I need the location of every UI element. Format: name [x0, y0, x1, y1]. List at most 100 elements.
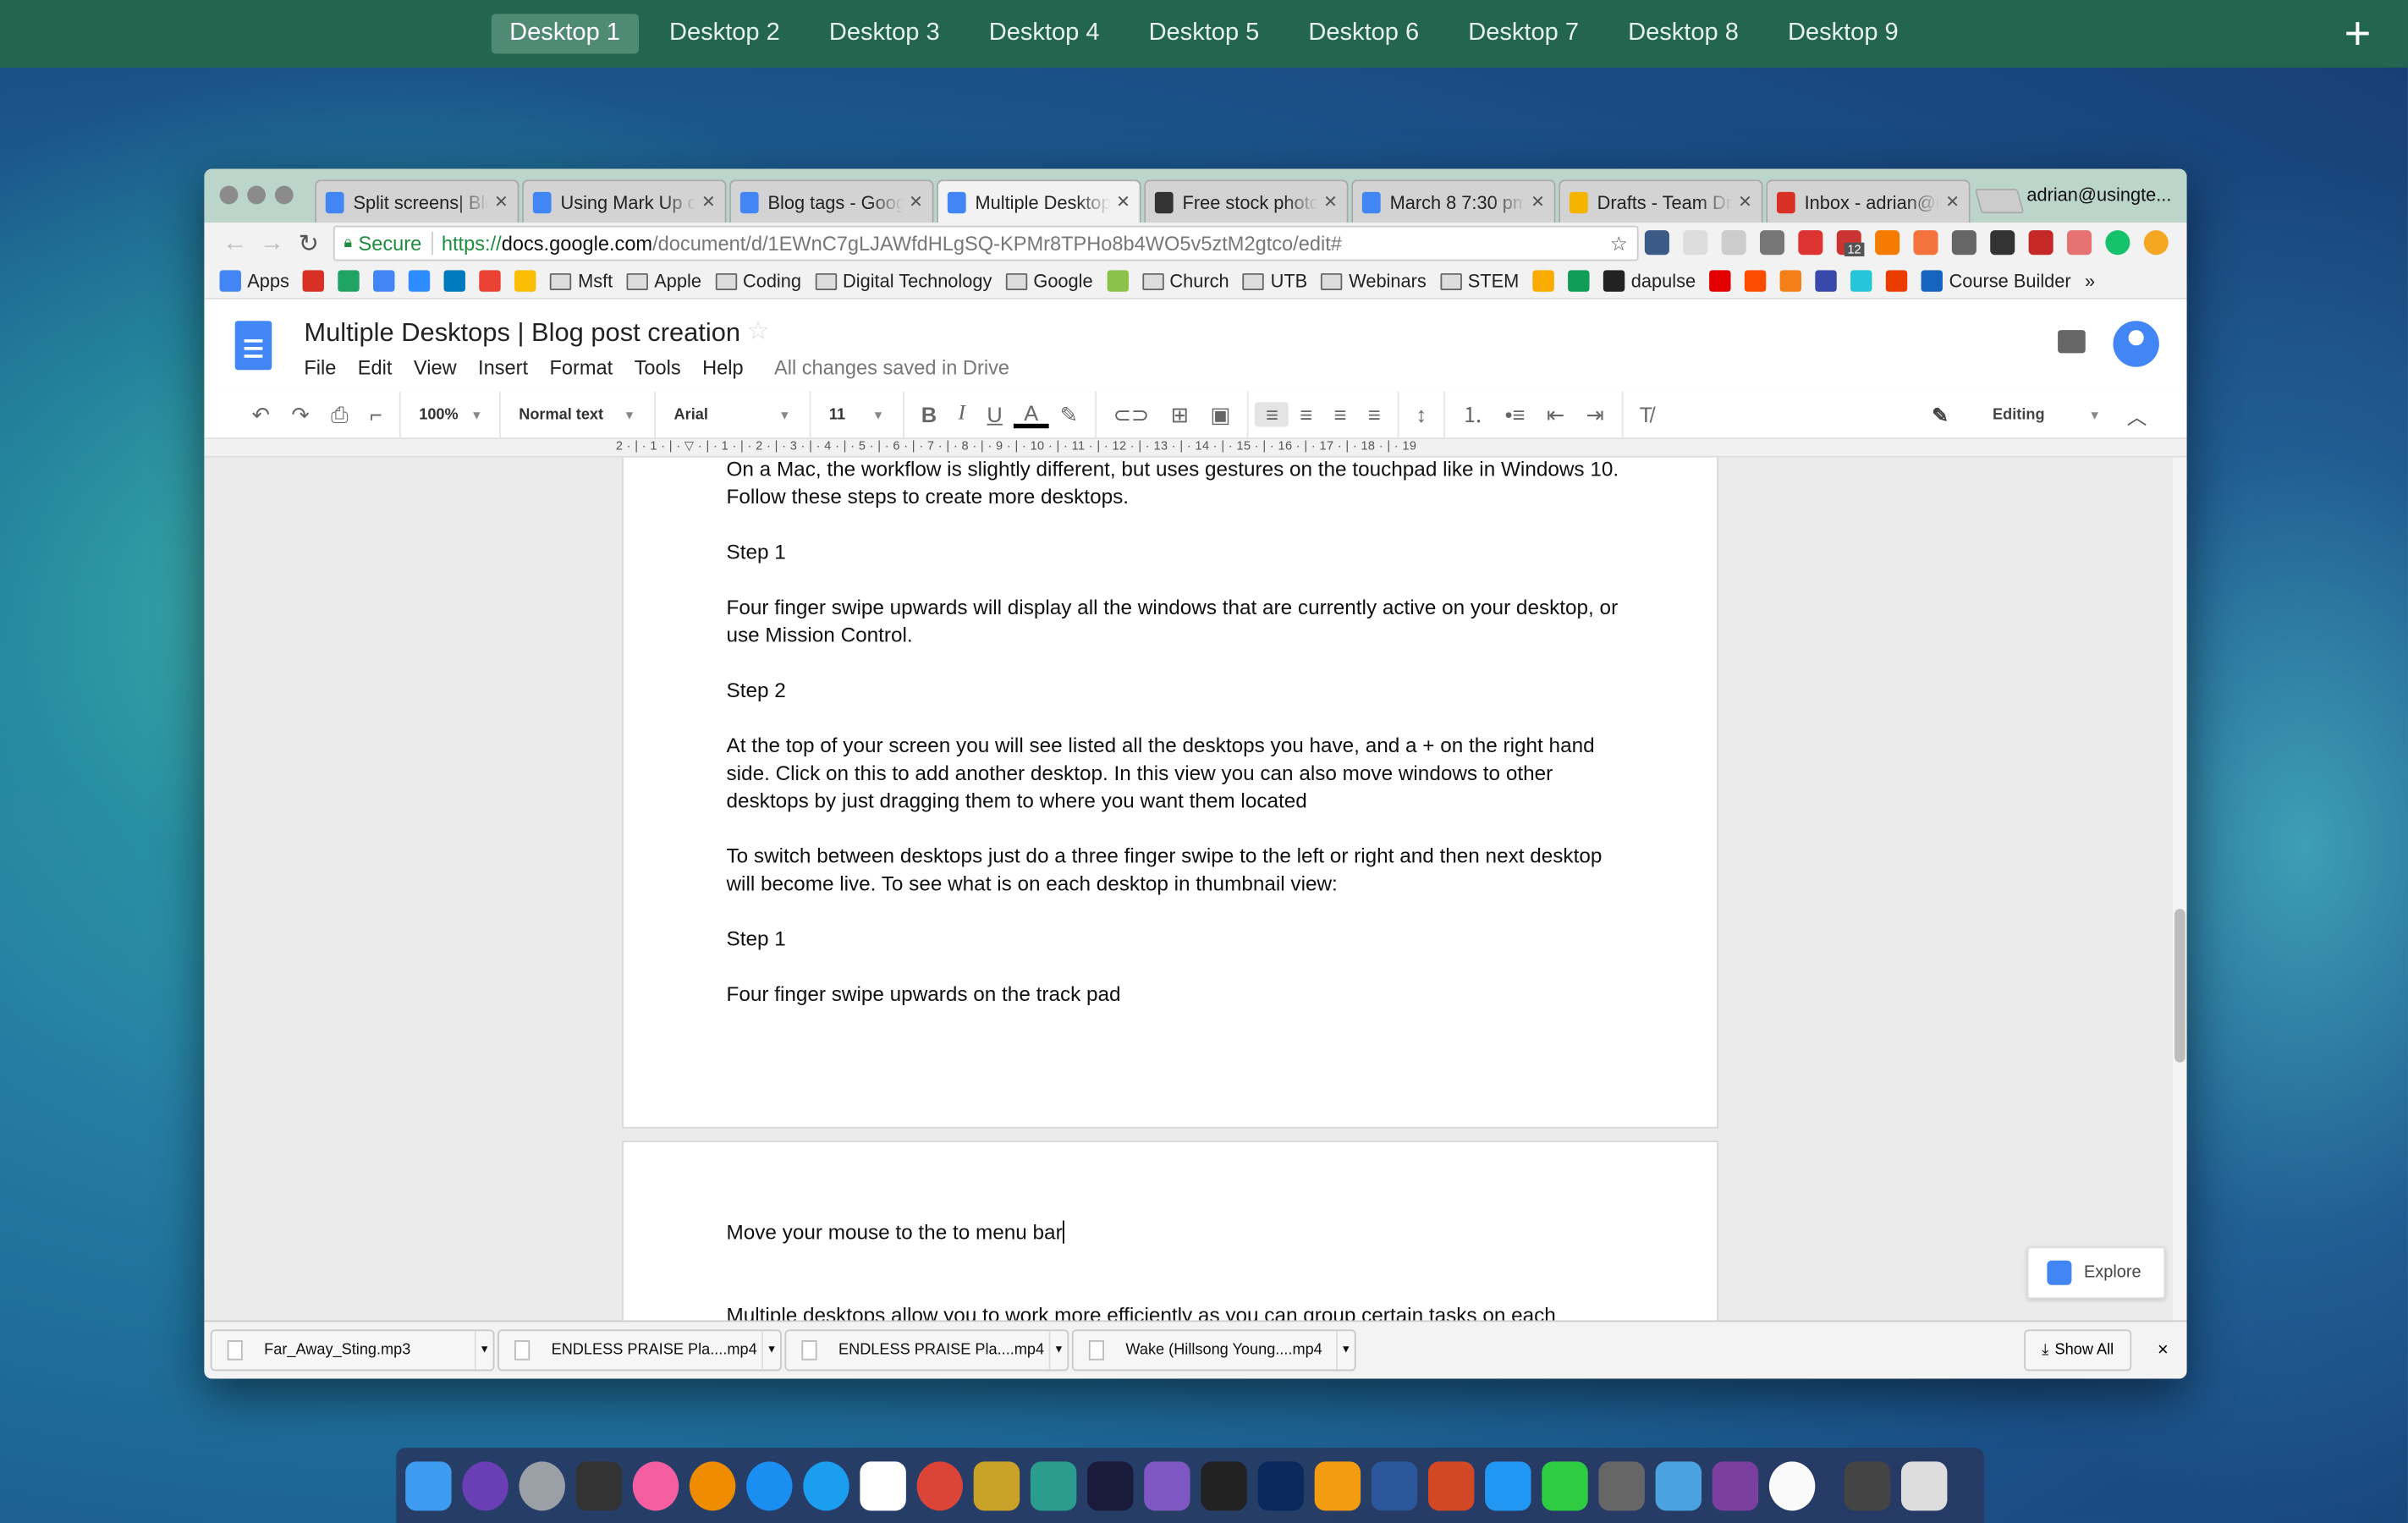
bookmark-google[interactable]: Google	[1005, 270, 1093, 292]
bookmark-bookmark-y[interactable]	[1779, 270, 1802, 292]
extension-icon[interactable]	[1759, 230, 1785, 256]
download-menu-arrow[interactable]: ▼	[1048, 1331, 1068, 1370]
dock-app-launchpad[interactable]	[519, 1460, 565, 1510]
browser-tab[interactable]: Free stock photos ✕	[1144, 179, 1349, 223]
close-window-button[interactable]	[219, 185, 239, 205]
close-tab-icon[interactable]: ✕	[1531, 192, 1545, 212]
editing-mode-select[interactable]: ✎ Editing ▼	[1932, 392, 2101, 439]
bold-button[interactable]: B	[910, 402, 948, 426]
more-bookmarks-button[interactable]: »	[2085, 270, 2095, 291]
document-canvas[interactable]: On a Mac, the workflow is slightly diffe…	[204, 457, 2174, 1321]
extension-icon[interactable]	[1913, 230, 1938, 256]
dock-app-siri[interactable]	[462, 1460, 509, 1510]
bookmark-apps[interactable]: Apps	[219, 270, 289, 292]
extension-icon[interactable]	[1798, 230, 1823, 256]
undo-icon[interactable]: ↶	[241, 401, 281, 427]
line-spacing-icon[interactable]: ↕	[1405, 402, 1438, 426]
font-select[interactable]: Arial ▼	[662, 406, 803, 423]
dock-app-ibooks[interactable]	[689, 1460, 736, 1510]
bookmark-office[interactable]	[1886, 270, 1908, 292]
print-icon[interactable]: ⎙	[320, 401, 359, 427]
save-status[interactable]: All changes saved in Drive	[774, 356, 1009, 379]
back-icon[interactable]: ←	[217, 229, 254, 257]
page-2[interactable]: Move your mouse to the to menu bar Multi…	[622, 1141, 1718, 1321]
bookmark-msft[interactable]: Msft	[550, 270, 613, 292]
dock-app-imovie[interactable]	[1844, 1460, 1891, 1510]
download-item[interactable]: Wake (Hillsong Young....mp4 ▼	[1071, 1329, 1356, 1372]
bookmark-church[interactable]: Church	[1141, 270, 1229, 292]
desktop-tab-4[interactable]: Desktop 4	[970, 14, 1118, 53]
close-tab-icon[interactable]: ✕	[909, 192, 923, 212]
extension-icon[interactable]	[1990, 230, 2015, 256]
close-tab-icon[interactable]: ✕	[701, 192, 716, 212]
browser-tab[interactable]: Multiple Desktops ✕	[937, 179, 1141, 223]
dock-app-app-store[interactable]	[746, 1460, 793, 1510]
dock-app-safari[interactable]	[803, 1460, 849, 1510]
redo-icon[interactable]: ↷	[281, 401, 321, 427]
desktop-tab-3[interactable]: Desktop 3	[811, 14, 958, 53]
dock-app-cocktail[interactable]	[973, 1460, 1020, 1510]
bookmark-utb[interactable]: UTB	[1242, 270, 1307, 292]
dock-app-slack[interactable]	[1030, 1460, 1077, 1510]
close-tab-icon[interactable]: ✕	[494, 192, 509, 212]
download-menu-arrow[interactable]: ▼	[474, 1331, 493, 1370]
account-avatar[interactable]	[2113, 321, 2159, 367]
bookmark-strava[interactable]	[1745, 270, 1767, 292]
profile-button[interactable]: adrian@usingte...	[2026, 184, 2171, 206]
forward-icon[interactable]: →	[253, 229, 290, 257]
link-icon[interactable]: ⊂⊃	[1102, 401, 1160, 427]
desktop-tab-6[interactable]: Desktop 6	[1290, 14, 1438, 53]
minimize-window-button[interactable]	[247, 185, 266, 205]
bookmark-hangouts[interactable]	[1568, 270, 1590, 292]
download-item[interactable]: Far_Away_Sting.mp3 ▼	[210, 1329, 495, 1372]
star-document-icon[interactable]: ☆	[746, 316, 770, 347]
close-tab-icon[interactable]: ✕	[1323, 192, 1338, 212]
dock-app-keynote[interactable]	[1655, 1460, 1702, 1510]
extension-icon[interactable]	[2028, 230, 2053, 256]
zoom-select[interactable]: 100% ▼	[407, 406, 493, 423]
page-1[interactable]: On a Mac, the workflow is slightly diffe…	[622, 457, 1718, 1129]
ruler[interactable]: 2 · | · 1 · | · ▽ · | · 1 · | · 2 · | · …	[204, 438, 2187, 458]
bookmark-gmail[interactable]	[303, 270, 325, 292]
bookmark-drive[interactable]	[338, 270, 360, 292]
bookmark-dapulse[interactable]: dapulse	[1603, 270, 1696, 292]
bookmark-trello[interactable]	[444, 270, 466, 292]
reload-icon[interactable]: ↻	[290, 228, 327, 258]
dock-app-mission-control[interactable]	[575, 1460, 623, 1510]
bookmark-keep[interactable]	[514, 270, 537, 292]
scrollbar[interactable]	[2173, 457, 2187, 1321]
text-color-button[interactable]: A	[1013, 401, 1049, 428]
explore-button[interactable]: Explore	[2026, 1246, 2166, 1300]
dock-app-system-preferences[interactable]	[1598, 1460, 1645, 1510]
highlight-icon[interactable]: ✎	[1049, 401, 1089, 427]
close-tab-icon[interactable]: ✕	[1738, 192, 1752, 212]
new-tab-button[interactable]	[1974, 189, 2025, 214]
extension-icon[interactable]	[2143, 230, 2169, 256]
clear-formatting-icon[interactable]: T̸	[1629, 402, 1663, 426]
close-downloads-bar-button[interactable]: ×	[2158, 1339, 2169, 1360]
desktop-tab-1[interactable]: Desktop 1	[491, 14, 639, 54]
browser-tab[interactable]: Inbox - adrian@u ✕	[1766, 179, 1971, 223]
dock-app-photoshop[interactable]	[1257, 1460, 1304, 1510]
extension-icon[interactable]	[1875, 230, 1900, 256]
underline-button[interactable]: U	[976, 402, 1014, 426]
align-right-icon[interactable]: ≡	[1323, 402, 1357, 426]
desktop-tab-9[interactable]: Desktop 9	[1769, 14, 1916, 53]
bookmark-zoom[interactable]	[409, 270, 431, 292]
increase-indent-icon[interactable]: ⇥	[1575, 401, 1615, 427]
extension-icon[interactable]	[2066, 230, 2092, 256]
desktop-tab-8[interactable]: Desktop 8	[1609, 14, 1757, 53]
bookmark-star-icon[interactable]: ☆	[1610, 231, 1628, 256]
add-comment-icon[interactable]: ⊞	[1160, 401, 1200, 427]
numbered-list-icon[interactable]: ⒈	[1451, 399, 1494, 430]
menu-help[interactable]: Help	[702, 356, 744, 379]
plus-icon[interactable]: +	[2345, 9, 2372, 62]
collapse-menu-icon[interactable]: ︿	[2127, 400, 2147, 429]
close-tab-icon[interactable]: ✕	[1116, 192, 1130, 212]
justify-icon[interactable]: ≡	[1357, 402, 1391, 426]
zoom-window-button[interactable]	[274, 185, 294, 205]
font-size-select[interactable]: 11 ▼	[816, 406, 896, 423]
url-input[interactable]: 🔒︎ Secure https://docs.google.com/docume…	[333, 225, 1639, 261]
bookmark-course-builder[interactable]: Course Builder	[1921, 270, 2071, 292]
style-select[interactable]: Normal text ▼	[507, 406, 648, 423]
